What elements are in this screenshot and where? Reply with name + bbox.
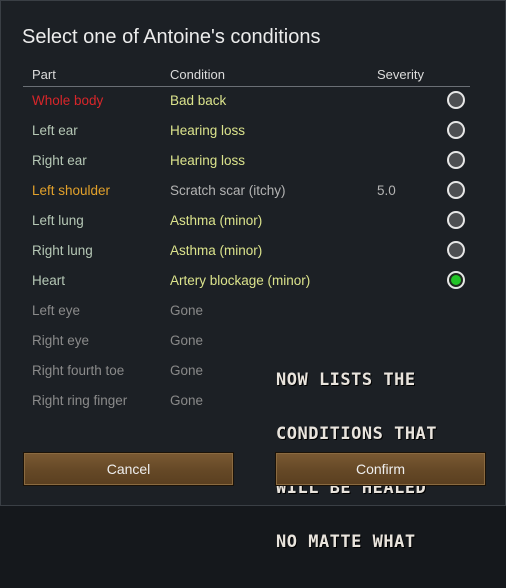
body-part-label: Right lung — [32, 243, 93, 258]
condition-row[interactable]: Left shoulder Scratch scar (itchy) 5.0 — [23, 176, 470, 206]
condition-select-dialog: Select one of Antoine's conditions Part … — [0, 0, 506, 551]
radio-button[interactable] — [447, 181, 465, 199]
condition-label: Bad back — [170, 93, 227, 108]
condition-row[interactable]: Right lung Asthma (minor) — [23, 236, 470, 266]
body-part-label: Heart — [32, 273, 66, 288]
condition-row[interactable]: Whole body Bad back — [23, 86, 470, 116]
condition-label: Gone — [170, 393, 204, 408]
condition-row[interactable]: Left lung Asthma (minor) — [23, 206, 470, 236]
condition-label: Hearing loss — [170, 153, 246, 168]
condition-label: Gone — [170, 363, 204, 378]
body-part-label: Left lung — [32, 213, 84, 228]
annotation-line: NO MATTE WHAT — [276, 532, 416, 552]
condition-row: Left eye Gone — [23, 296, 470, 326]
condition-label: Scratch scar (itchy) — [170, 183, 286, 198]
column-header-condition: Condition — [170, 67, 225, 82]
radio-button[interactable] — [447, 151, 465, 169]
body-part-label: Right fourth toe — [32, 363, 125, 378]
condition-label: Gone — [170, 333, 204, 348]
annotation-line: NOW LISTS THE — [276, 370, 416, 390]
body-part-label: Right eye — [32, 333, 90, 348]
cancel-button[interactable]: Cancel — [23, 452, 234, 486]
dialog-title: Select one of Antoine's conditions — [22, 26, 321, 48]
radio-button-selected[interactable] — [447, 271, 465, 289]
body-part-label: Left eye — [32, 303, 81, 318]
condition-label: Asthma (minor) — [170, 213, 263, 228]
radio-button[interactable] — [447, 211, 465, 229]
column-header-part: Part — [32, 67, 56, 82]
body-part-label: Left shoulder — [32, 183, 111, 198]
body-part-label: Right ring finger — [32, 393, 128, 408]
annotation-line: CONDITIONS THAT — [276, 424, 438, 444]
condition-row[interactable]: Left ear Hearing loss — [23, 116, 470, 146]
confirm-button[interactable]: Confirm — [275, 452, 486, 486]
radio-button[interactable] — [447, 91, 465, 109]
condition-label: Asthma (minor) — [170, 243, 263, 258]
radio-button[interactable] — [447, 241, 465, 259]
column-header-severity: Severity — [377, 67, 424, 82]
body-part-label: Right ear — [32, 153, 87, 168]
condition-label: Hearing loss — [170, 123, 246, 138]
severity-value: 5.0 — [377, 183, 396, 198]
condition-label: Gone — [170, 303, 204, 318]
radio-button[interactable] — [447, 121, 465, 139]
condition-label: Artery blockage (minor) — [170, 273, 311, 288]
body-part-label: Whole body — [32, 93, 104, 108]
condition-row[interactable]: Right ear Hearing loss — [23, 146, 470, 176]
body-part-label: Left ear — [32, 123, 78, 138]
condition-row[interactable]: Heart Artery blockage (minor) — [23, 266, 470, 296]
